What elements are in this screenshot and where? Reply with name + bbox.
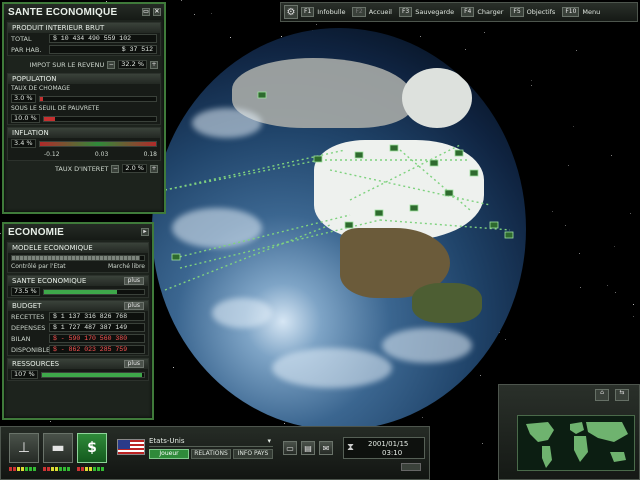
- inflation-gauge: [38, 140, 157, 147]
- toolbar-charger[interactable]: F4 Charger: [461, 7, 503, 17]
- disponible-value: $ - 862 023 285 759: [49, 345, 145, 354]
- chomage-value: 3.0 %: [11, 94, 36, 103]
- top-toolbar: ⚙ F1 Infobulle F2 Accueil F3 Sauvegarde F4 C…: [280, 2, 638, 22]
- economie-panel: ECONOMIE ▸ MODELE ECONOMIQUE Contrôlé pa…: [2, 222, 154, 420]
- minimap-home-icon[interactable]: ⌂: [595, 389, 609, 401]
- ressources-plus-button[interactable]: plus: [123, 360, 144, 368]
- population-section: POPULATION TAUX DE CHOMAGE 3.0 % SOUS LE…: [7, 73, 161, 125]
- window-icon: ▭: [286, 443, 294, 453]
- close-icon[interactable]: ✕: [153, 8, 161, 16]
- toolbar-menu[interactable]: F10 Menu: [562, 7, 600, 17]
- tab-relations[interactable]: RELATIONS: [191, 449, 231, 459]
- toolbar-accueil[interactable]: F2 Accueil: [352, 7, 392, 17]
- minimize-icon[interactable]: ▭: [142, 8, 150, 16]
- window-button[interactable]: ▭: [283, 441, 297, 455]
- gear-icon[interactable]: ⚙: [284, 5, 298, 19]
- budget-plus-button[interactable]: plus: [123, 302, 144, 310]
- military-status-leds: [43, 467, 70, 471]
- politics-button[interactable]: ⊥: [9, 433, 39, 463]
- date-text: 2001/01/15: [368, 440, 409, 448]
- chevron-down-icon: ▾: [267, 437, 271, 445]
- us-flag-icon: [117, 439, 145, 455]
- toolbar-objectifs[interactable]: F5 Objectifs: [510, 7, 555, 17]
- pib-total: $ 10 434 490 559 102: [49, 34, 157, 43]
- ressources-value: 107 %: [11, 370, 38, 379]
- pauvrete-bar: [42, 115, 157, 122]
- taux-row: TAUX D'INTERET − 2.0 % +: [54, 164, 158, 173]
- list-icon: ▤: [304, 443, 312, 453]
- mail-icon: ✉: [322, 443, 330, 453]
- podium-icon: ⊥: [17, 440, 31, 456]
- bilan-value: $ - 590 170 560 380: [49, 334, 145, 343]
- minimap-toggle-icon[interactable]: ⇆: [615, 389, 629, 401]
- increase-impot-button[interactable]: +: [150, 60, 158, 69]
- tank-icon: ▬: [51, 440, 65, 456]
- economy-button[interactable]: $: [77, 433, 107, 463]
- inflation-section: INFLATION 3.4 % -0.12 0.03 0.18: [7, 127, 161, 161]
- toolbar-sauvegarde[interactable]: F3 Sauvegarde: [398, 7, 454, 17]
- panel-title: ECONOMIE ▸: [4, 224, 152, 240]
- ressources-bar: [40, 371, 145, 378]
- chomage-bar-fill: [39, 96, 44, 101]
- tab-joueur[interactable]: Joueur: [149, 449, 189, 459]
- impot-row: IMPOT SUR LE REVENU − 32.2 % +: [29, 60, 158, 69]
- inflation-value: 3.4 %: [11, 139, 36, 148]
- mail-button[interactable]: ✉: [319, 441, 333, 455]
- pauvrete-bar-fill: [43, 116, 55, 121]
- budget-section: BUDGET plus RECETTES $ 1 137 316 826 768 D…: [7, 300, 149, 356]
- ressources-bar-fill: [41, 372, 142, 377]
- country-name: Etats-Unis: [149, 437, 185, 445]
- impot-value: 32.2 %: [118, 60, 147, 69]
- pauvrete-value: 10.0 %: [11, 114, 40, 123]
- collapse-icon[interactable]: ▸: [141, 228, 149, 236]
- pib-section: PRODUIT INTERIEUR BRUT TOTAL $ 10 434 490…: [7, 22, 161, 56]
- modele-slider[interactable]: [11, 255, 145, 261]
- economy-status-leds: [77, 467, 104, 471]
- depenses-value: $ 1 727 487 387 149: [49, 323, 145, 332]
- modele-slider-fill: [12, 256, 141, 260]
- list-button[interactable]: ▤: [301, 441, 315, 455]
- increase-taux-button[interactable]: +: [150, 164, 158, 173]
- military-button[interactable]: ▬: [43, 433, 73, 463]
- sante-bar: [42, 288, 145, 295]
- hourglass-icon[interactable]: ⧗: [347, 442, 354, 453]
- sante-plus-button[interactable]: plus: [123, 277, 144, 285]
- speed-controls[interactable]: [401, 463, 421, 471]
- modele-section: MODELE ECONOMIQUE Contrôlé par l'Etat Ma…: [7, 242, 149, 273]
- recettes-value: $ 1 137 316 826 768: [49, 312, 145, 321]
- taux-value: 2.0 %: [122, 164, 147, 173]
- pib-par-hab: $ 37 512: [49, 45, 157, 54]
- date-display: ⧗ 2001/01/15 03:10: [343, 437, 425, 459]
- ressources-section: RESSOURCES plus 107 %: [7, 358, 149, 381]
- politics-status-leds: [9, 467, 36, 471]
- minimap[interactable]: ⌂ ⇆: [498, 384, 640, 480]
- sante-economique-panel: SANTE ECONOMIQUE ▭ ✕ PRODUIT INTERIEUR B…: [2, 2, 166, 214]
- world-map: [517, 415, 635, 471]
- decrease-taux-button[interactable]: −: [111, 164, 120, 173]
- time-text: 03:10: [382, 449, 403, 457]
- decrease-impot-button[interactable]: −: [107, 60, 116, 69]
- toolbar-infobulle[interactable]: F1 Infobulle: [301, 7, 345, 17]
- chomage-bar: [38, 95, 157, 102]
- panel-title: SANTE ECONOMIQUE ▭ ✕: [4, 4, 164, 20]
- sante-bar-fill: [43, 289, 118, 294]
- sante-value: 73.5 %: [11, 287, 40, 296]
- country-selector[interactable]: Etats-Unis ▾: [149, 437, 273, 447]
- sante-section: SANTE ECONOMIQUE plus 73.5 %: [7, 275, 149, 298]
- dollar-icon: $: [87, 440, 97, 456]
- tab-info-pays[interactable]: INFO PAYS: [233, 449, 273, 459]
- bottom-bar: ⊥ ▬ $ Etats-Unis ▾ Joueur RELATIONS INFO…: [0, 426, 430, 480]
